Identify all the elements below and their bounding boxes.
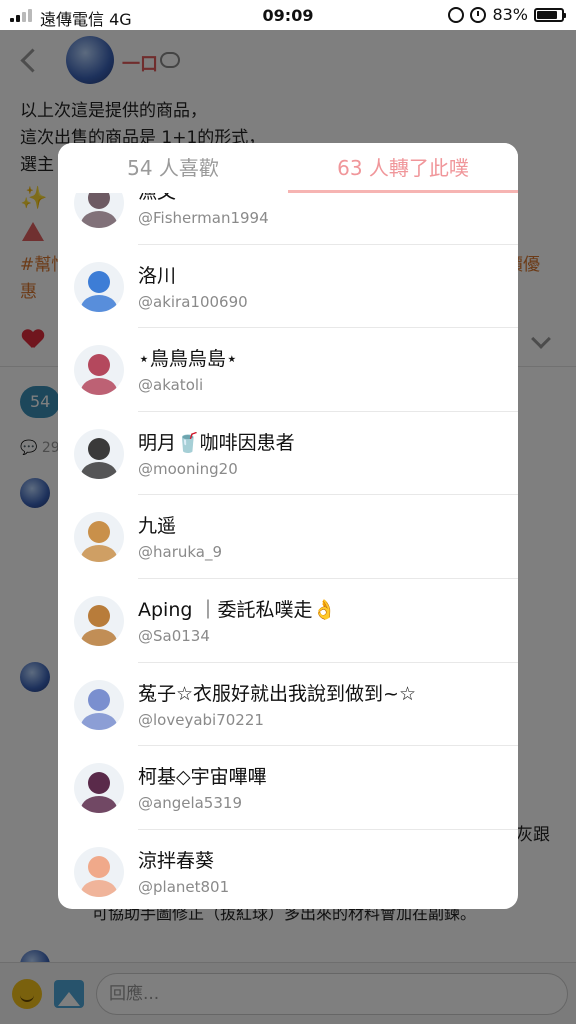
user-name[interactable]: 九遥 bbox=[138, 511, 508, 538]
list-item[interactable]: 明月🥤咖啡因患者 @mooning20 bbox=[58, 412, 518, 496]
tab-likes[interactable]: 54 人喜歡 bbox=[58, 143, 288, 193]
list-item[interactable]: 漁父 @Fisherman1994 bbox=[58, 193, 518, 245]
battery-icon bbox=[534, 7, 566, 22]
user-handle: @Sa0134 bbox=[138, 626, 210, 645]
avatar[interactable] bbox=[74, 345, 124, 396]
avatar[interactable] bbox=[74, 679, 124, 730]
user-handle: @angela5319 bbox=[138, 794, 242, 813]
avatar[interactable] bbox=[74, 193, 124, 228]
status-bar: 遠傳電信 4G 09:09 83% bbox=[0, 0, 576, 30]
avatar[interactable] bbox=[74, 512, 124, 563]
list-item[interactable]: 九遥 @haruka_9 bbox=[58, 495, 518, 579]
user-handle: @mooning20 bbox=[138, 459, 238, 478]
user-handle: @Fisherman1994 bbox=[138, 209, 269, 227]
user-name[interactable]: 漁父 bbox=[138, 193, 508, 204]
rotation-lock-icon bbox=[448, 6, 465, 23]
avatar[interactable] bbox=[74, 428, 124, 479]
user-name[interactable]: Aping ｜委託私噗走👌 bbox=[138, 595, 508, 622]
alarm-icon bbox=[470, 6, 487, 23]
user-name[interactable]: 柯基◇宇宙嗶嗶 bbox=[138, 762, 508, 789]
list-item[interactable]: 涼拌春葵 @planet801 bbox=[58, 830, 518, 909]
modal-tabs: 54 人喜歡 63 人轉了此噗 bbox=[58, 143, 518, 193]
list-item[interactable]: ⋆鳥鳥烏島⋆ @akatoli bbox=[58, 328, 518, 412]
user-handle: @planet801 bbox=[138, 877, 230, 896]
user-name[interactable]: ⋆鳥鳥烏島⋆ bbox=[138, 344, 508, 371]
user-handle: @akira100690 bbox=[138, 292, 248, 311]
user-list[interactable]: 漁父 @Fisherman1994 洛川 @akira100690 ⋆鳥鳥烏島⋆ @aka… bbox=[58, 193, 518, 909]
user-name[interactable]: 洛川 bbox=[138, 261, 508, 288]
user-handle: @haruka_9 bbox=[138, 543, 223, 562]
avatar[interactable] bbox=[74, 595, 124, 646]
tab-replurks[interactable]: 63 人轉了此噗 bbox=[288, 143, 518, 193]
replurkers-modal: 54 人喜歡 63 人轉了此噗 漁父 @Fisherman1994 洛川 @akira… bbox=[58, 143, 518, 909]
user-name[interactable]: 明月🥤咖啡因患者 bbox=[138, 428, 508, 455]
user-handle: @loveyabi70221 bbox=[138, 710, 264, 729]
list-item[interactable]: 柯基◇宇宙嗶嗶 @angela5319 bbox=[58, 746, 518, 830]
user-handle: @akatoli bbox=[138, 376, 204, 395]
user-name[interactable]: 涼拌春葵 bbox=[138, 846, 508, 873]
status-right: 83% bbox=[448, 5, 566, 24]
avatar[interactable] bbox=[74, 846, 124, 897]
list-item[interactable]: 菟子☆衣服好就出我說到做到~☆ @loveyabi70221 bbox=[58, 663, 518, 747]
avatar[interactable] bbox=[74, 763, 124, 814]
list-item[interactable]: Aping ｜委託私噗走👌 @Sa0134 bbox=[58, 579, 518, 663]
avatar[interactable] bbox=[74, 261, 124, 312]
battery-percent: 83% bbox=[492, 5, 528, 24]
user-name[interactable]: 菟子☆衣服好就出我說到做到~☆ bbox=[138, 679, 508, 706]
list-item[interactable]: 洛川 @akira100690 bbox=[58, 245, 518, 329]
